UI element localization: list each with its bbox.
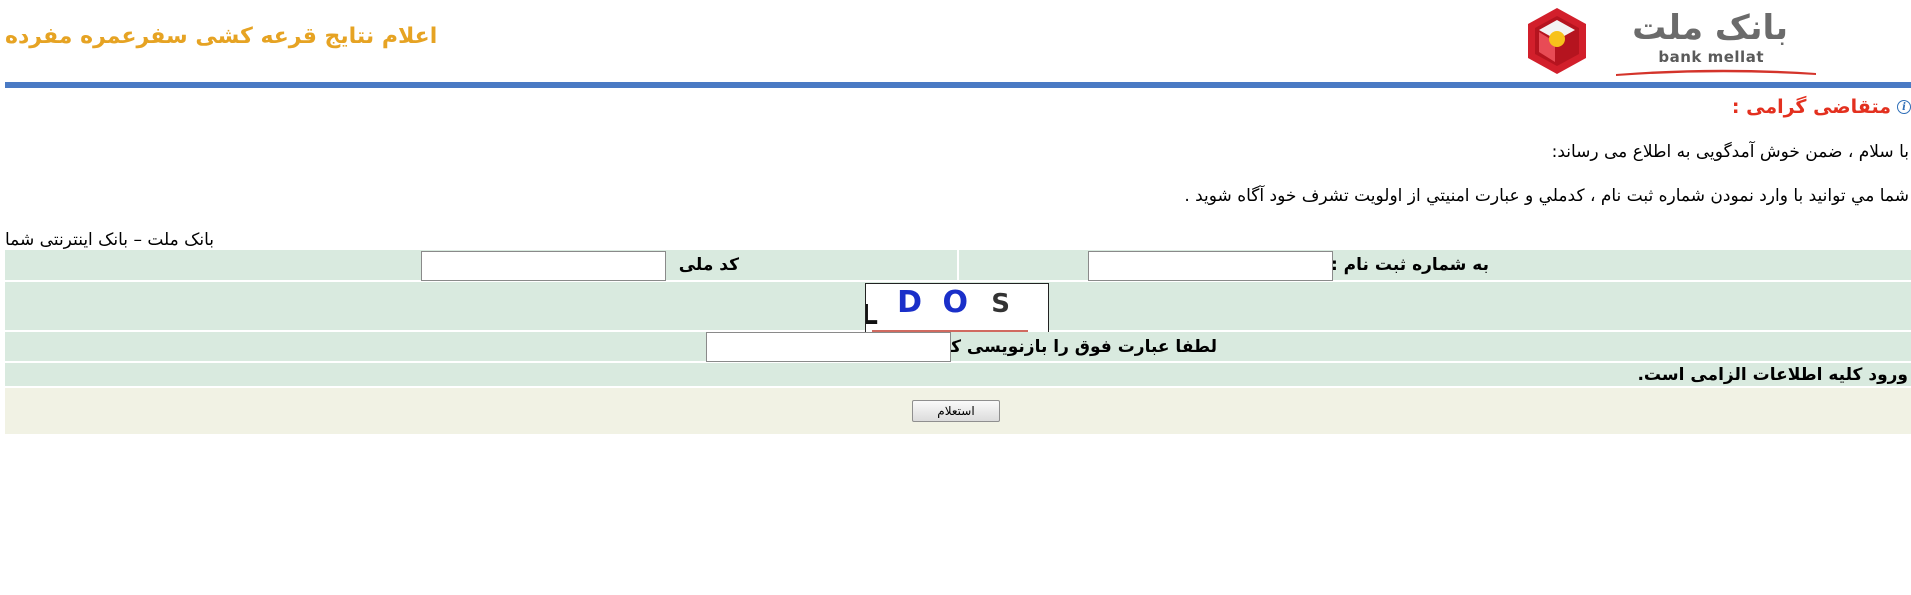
captcha-input[interactable] — [706, 332, 951, 362]
registration-number-label: به شماره ثبت نام : — [1330, 255, 1489, 275]
intro-line-2: شما مي توانيد با وارد نمودن شماره ثبت نا… — [1184, 186, 1909, 206]
captcha-image: LDOS — [865, 283, 1049, 333]
bank-logo[interactable]: بانک ملت bank mellat — [1526, 4, 1816, 78]
national-code-label: کد ملی — [678, 255, 739, 275]
logo-text-fa: بانک ملت — [1632, 8, 1788, 48]
header-divider — [5, 82, 1911, 88]
form-row-submit: استعلام — [5, 388, 1911, 434]
form-caption: بانک ملت – بانک اینترنتی شما — [5, 230, 215, 250]
logo-text-en: bank mellat — [1658, 48, 1764, 66]
form-row-captcha-image: LDOS — [5, 282, 1911, 333]
inquiry-submit-button[interactable]: استعلام — [912, 400, 1000, 422]
captcha-label: لطفا عبارت فوق را بازنویسی کنید — [927, 336, 1217, 357]
page-title: اعلام نتایج قرعه کشی سفرعمره مفرده — [5, 24, 438, 49]
inquiry-form: به شماره ثبت نام : کد ملی LDOS لطفا عبار… — [5, 250, 1911, 434]
header: بانک ملت bank mellat اعلام نتایج قرعه کش… — [0, 0, 1911, 82]
logo-swoosh — [1616, 69, 1816, 76]
cell-separator — [957, 250, 959, 280]
captcha-letter: S — [991, 289, 1010, 319]
form-row-identity: به شماره ثبت نام : کد ملی — [5, 250, 1911, 282]
info-icon: i — [1897, 100, 1911, 114]
form-row-required-note: ورود کلیه اطلاعات الزامی است. — [5, 363, 1911, 388]
national-code-input[interactable] — [421, 251, 666, 281]
form-row-captcha-input: لطفا عبارت فوق را بازنویسی کنید — [5, 332, 1911, 363]
greeting-text: متقاضی گرامی : — [1731, 96, 1891, 118]
greeting-row: i متقاضی گرامی : — [1732, 95, 1911, 119]
intro-line-1: با سلام ، ضمن خوش آمدگویی به اطلاع می رس… — [1551, 142, 1909, 162]
required-note: ورود کلیه اطلاعات الزامی است. — [1637, 364, 1908, 385]
registration-number-input[interactable] — [1088, 251, 1333, 281]
captcha-letter: O — [942, 285, 968, 320]
captcha-letter: D — [897, 285, 922, 320]
bank-mellat-logo-icon — [1528, 8, 1586, 74]
captcha-letter: L — [865, 298, 878, 331]
